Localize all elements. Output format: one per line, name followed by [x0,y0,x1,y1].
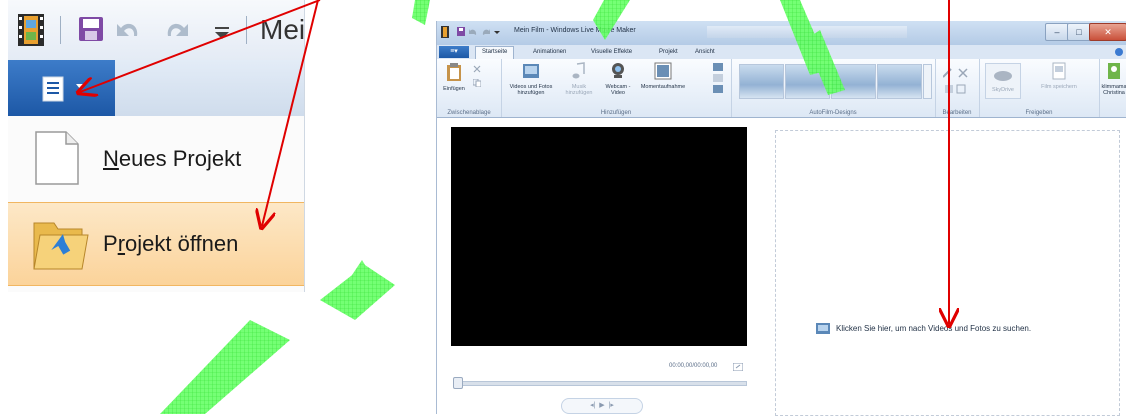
redo-icon[interactable] [481,27,490,36]
film-icon [18,14,44,46]
tab-projekt[interactable]: Projekt [659,47,678,59]
tab-startseite[interactable]: Startseite [475,46,515,59]
skydrive-button[interactable]: SkyDrive [985,63,1021,99]
chevron-down-icon [76,84,86,90]
cut-icon[interactable] [473,65,481,73]
window-title-fragment: Mei [260,14,305,45]
menu-item-new-project[interactable]: Neues Projekt [8,116,304,198]
separator [246,16,247,44]
snapshot-button[interactable]: Momentaufnahme [635,62,691,90]
undo-icon[interactable] [469,27,478,36]
help-icon[interactable] [1115,48,1123,56]
blank-document-icon [35,131,79,185]
group-label: Freigeben [1025,110,1053,116]
theme-thumbnail[interactable] [785,64,830,99]
app-menu-button[interactable] [8,60,115,116]
group-label: Bearbeiten [942,110,972,116]
movie-maker-window: Mein Film - Windows Live Movie Maker – □… [436,21,1126,416]
playback-controls[interactable]: ◂| ▶ |▸ [561,398,643,414]
save-movie-icon [1052,62,1066,80]
group-label: Hinzufügen [600,110,632,116]
group-edit: Bearbeiten [935,59,980,117]
add-videos-photos-button[interactable]: Videos und Fotos hinzufügen [505,62,557,96]
user-account-button[interactable]: klimmama Christina [1101,62,1126,96]
edit-icons[interactable] [943,67,971,97]
photo-folder-icon [816,323,830,334]
save-icon[interactable] [457,27,465,36]
small-add-icons[interactable] [713,63,723,93]
maximize-button[interactable]: □ [1067,23,1091,41]
menu-document-icon [42,76,64,102]
storyboard-area[interactable] [775,130,1120,416]
storyboard-hint[interactable]: Klicken Sie hier, um nach Videos und Fot… [836,324,1031,333]
copy-icon[interactable] [473,79,481,87]
fullscreen-icon[interactable] [733,363,743,371]
group-label: Zwischenablage [447,110,491,116]
video-photo-icon [523,64,539,78]
user-icon [1108,63,1120,79]
paste-icon [447,63,461,81]
minimize-button[interactable]: – [1045,23,1069,41]
snapshot-icon [654,62,672,80]
menu-item-label: Neues Projekt [103,146,242,171]
timecode: 00:00,00/00:00,00 [669,363,718,369]
group-autofilm-designs: AutoFilm-Designs [731,59,936,117]
tab-ansicht[interactable]: Ansicht [695,47,715,59]
seek-handle[interactable] [453,377,463,389]
save-icon[interactable] [78,16,104,42]
group-share: SkyDrive Film speichern Freigeben [979,59,1100,117]
customize-toolbar-icon[interactable] [212,22,232,42]
webcam-icon [612,63,624,78]
gallery-scroll[interactable] [923,64,932,99]
video-preview[interactable] [451,127,747,346]
group-add: Videos und Fotos hinzufügen Musik hinzuf… [501,59,732,117]
app-menu-dropdown: Neues Projekt Projekt öffnen [8,116,304,292]
tab-animationen[interactable]: Animationen [533,47,566,59]
menu-item-label: Projekt öffnen [103,231,239,256]
play-icon[interactable]: ▶ [599,402,604,409]
theme-thumbnail[interactable] [877,64,922,99]
save-movie-button[interactable]: Film speichern [1039,62,1079,90]
open-folder-icon [33,222,89,270]
window-title: Mein Film - Windows Live Movie Maker [514,27,636,34]
window-controls: – □ ✕ [1045,23,1126,41]
seek-bar[interactable] [455,381,747,386]
title-bar: Mein Film - Windows Live Movie Maker – □… [437,21,1126,45]
previous-frame-icon[interactable]: ◂| [590,402,595,409]
zoomed-app-menu: Mei Neues Projekt Projekt öffnen [8,0,305,292]
paste-button[interactable]: Einfügen [439,62,469,92]
customize-toolbar-icon[interactable] [494,29,500,35]
file-menu-button[interactable]: ≡▾ [439,46,469,58]
music-note-icon [572,62,585,79]
skydrive-icon [994,71,1012,81]
next-frame-icon[interactable]: |▸ [609,402,614,409]
separator [60,16,61,44]
group-label: AutoFilm-Designs [809,110,857,116]
tab-visuelle-effekte[interactable]: Visuelle Effekte [591,47,632,59]
app-menu-bar [8,60,304,117]
close-button[interactable]: ✕ [1089,23,1126,41]
undo-icon[interactable] [115,16,143,42]
theme-thumbnail[interactable] [831,64,876,99]
app-icon [441,26,449,38]
quick-access-toolbar: Mei [8,0,304,60]
blurred-taskbar [707,26,907,38]
redo-icon[interactable] [162,16,190,42]
ribbon: Einfügen Zwischenablage Videos und Fotos… [437,59,1126,118]
group-clipboard: Einfügen Zwischenablage [437,59,502,117]
theme-thumbnail[interactable] [739,64,784,99]
menu-item-open-project[interactable]: Projekt öffnen [8,202,304,286]
webcam-video-button[interactable]: Webcam -Video [601,62,635,96]
ribbon-tabs: ≡▾ Startseite Animationen Visuelle Effek… [437,45,1126,60]
add-music-button[interactable]: Musik hinzufügen [559,62,599,96]
